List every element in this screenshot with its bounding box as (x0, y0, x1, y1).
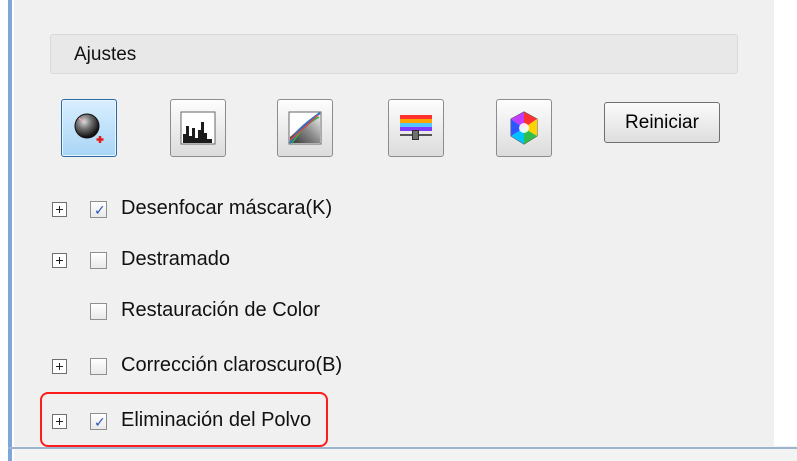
option-row-unsharp-mask: ✓ Desenfocar máscara(K) (0, 192, 600, 226)
reset-button[interactable]: Reiniciar (604, 102, 720, 143)
checkmark-icon: ✓ (94, 202, 106, 218)
auto-exposure-button[interactable] (61, 99, 117, 157)
backlight-correction-label: Corrección claroscuro(B) (121, 354, 343, 376)
color-palette-icon (510, 111, 538, 145)
histogram-button[interactable] (170, 99, 226, 157)
expand-unsharp-mask-button[interactable] (52, 202, 67, 217)
descreening-label: Destramado (121, 248, 230, 270)
color-restoration-checkbox[interactable] (90, 303, 107, 320)
backlight-correction-checkbox[interactable] (90, 358, 107, 375)
option-row-backlight-correction: Corrección claroscuro(B) (0, 349, 600, 383)
unsharp-mask-label: Desenfocar máscara(K) (121, 197, 333, 219)
window-left-border (8, 0, 12, 461)
expand-descreening-button[interactable] (52, 253, 67, 268)
settings-group-title: Ajustes (74, 44, 137, 65)
expand-backlight-correction-button[interactable] (52, 359, 67, 374)
tone-curve-icon (288, 111, 322, 145)
option-row-color-restoration: Restauración de Color (0, 294, 600, 328)
image-adjustment-button[interactable] (388, 99, 444, 157)
tone-curve-button[interactable] (277, 99, 333, 157)
window-bottom-border (8, 447, 797, 449)
descreening-checkbox[interactable] (90, 252, 107, 269)
option-row-descreening: Destramado (0, 243, 600, 277)
dust-removal-highlight (40, 392, 328, 447)
unsharp-mask-checkbox[interactable]: ✓ (90, 201, 107, 218)
image-adjustment-icon (400, 115, 432, 140)
settings-group-header: Ajustes (50, 34, 738, 74)
color-restoration-label: Restauración de Color (121, 299, 320, 321)
auto-exposure-icon (74, 113, 104, 143)
histogram-icon (180, 111, 216, 145)
color-palette-button[interactable] (496, 99, 552, 157)
